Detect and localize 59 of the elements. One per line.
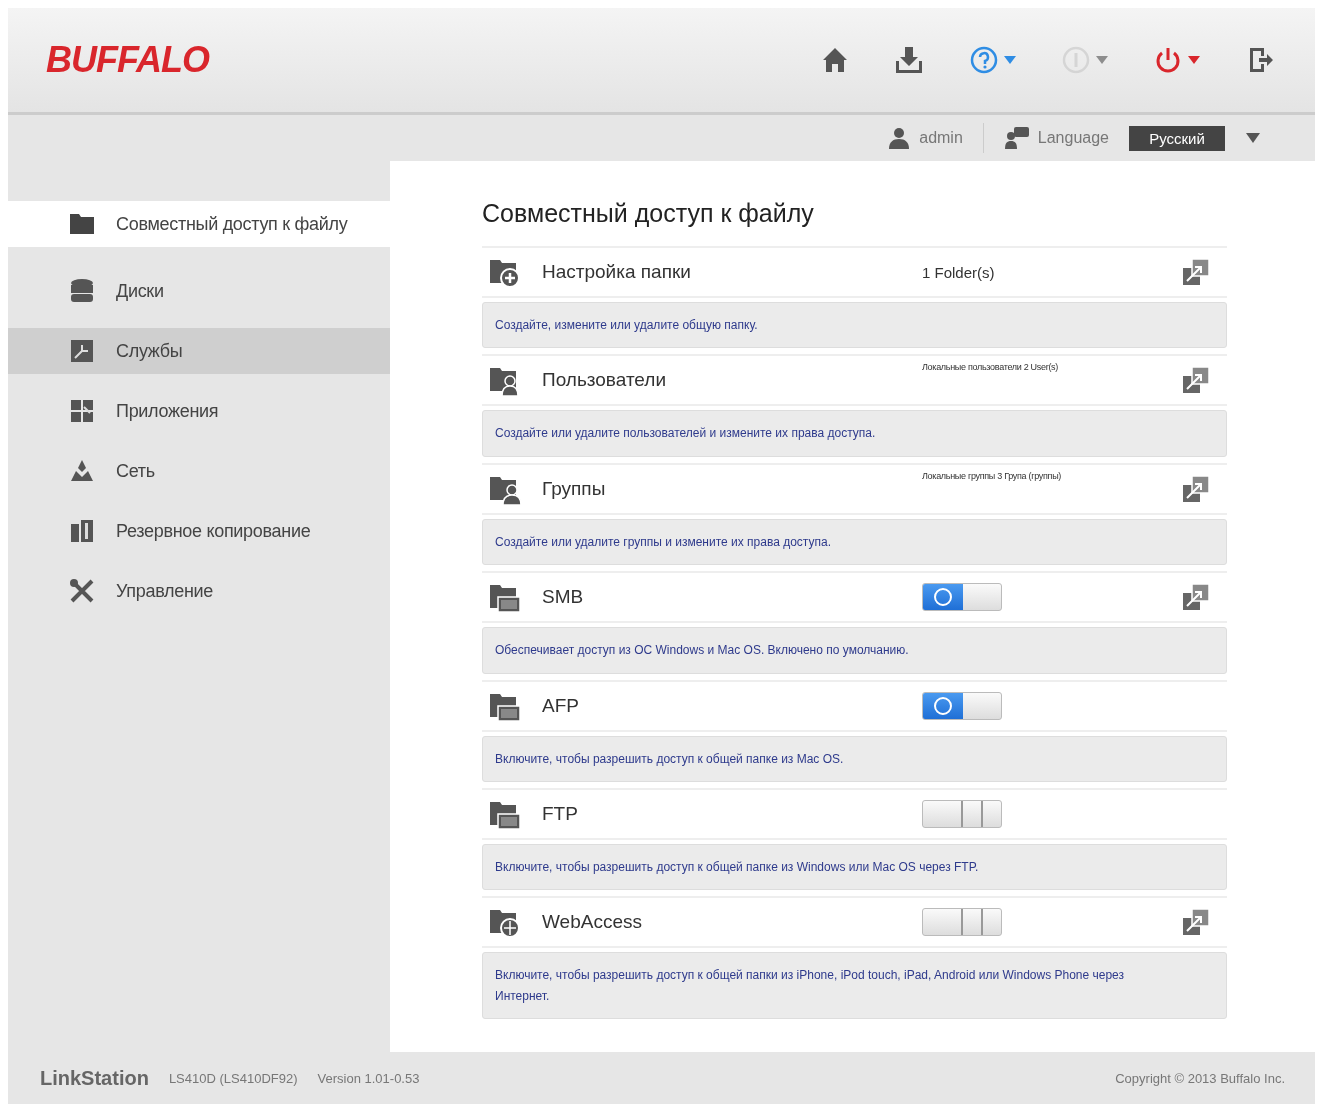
sidebar-item[interactable]: Резервное копирование (8, 501, 390, 561)
download-button[interactable] (893, 45, 925, 75)
expand-settings-icon[interactable] (1181, 907, 1211, 938)
status-text: Локальные группы 3 Група (группы) (922, 470, 1061, 481)
expand-settings-icon[interactable] (1181, 582, 1211, 613)
expand-settings-icon[interactable] (1181, 473, 1211, 504)
language-label: Language (1037, 129, 1109, 147)
version-text: Version 1.01-0.53 (317, 1070, 420, 1086)
apps-icon (68, 397, 96, 425)
expand-settings-icon[interactable] (1181, 365, 1211, 396)
product-name: LinkStation (40, 1066, 149, 1090)
service-name: Настройка папки (542, 261, 692, 283)
help-button[interactable] (969, 45, 1017, 75)
tools-icon (68, 577, 96, 605)
service-name: Группы (542, 477, 607, 500)
service-name: WebAccess (542, 911, 643, 934)
sidebar-item[interactable]: Приложения (8, 381, 390, 441)
toggle-switch[interactable] (922, 908, 1002, 937)
service-name: AFP (542, 694, 580, 717)
home-icon (821, 46, 849, 74)
toggle-switch[interactable] (922, 583, 1002, 612)
page-title: Совместный доступ к файлу (482, 199, 815, 228)
backup-icon (68, 517, 96, 545)
caret-icon (1187, 55, 1201, 65)
expand-settings-icon[interactable] (1181, 257, 1211, 287)
user-icon (887, 126, 912, 150)
description-text: Включите, чтобы разрешить доступ к общей папки из iPhone, iPod touch, iPad, Android или Windows Phone через Интернет. (495, 967, 1126, 1005)
model-text: LS410D (LS410DF92) (168, 1070, 298, 1086)
service-name: SMB (542, 586, 585, 609)
status-text: 1 Folder(s) (922, 263, 995, 281)
dropdown-arrow-icon[interactable] (1245, 132, 1261, 144)
logo: BUFFALO (46, 39, 209, 81)
download-icon (893, 45, 925, 75)
description-text: Включите, чтобы разрешить доступ к общей папке из Mac OS. (495, 750, 844, 768)
copyright-text: Copyright © 2013 Buffalo Inc. (1115, 1070, 1285, 1086)
description-text: Включите, чтобы разрешить доступ к общей папке из Windows или Mac OS через FTP. (495, 858, 979, 876)
sidebar-item[interactable]: Службы (8, 328, 390, 374)
info-icon (1061, 45, 1091, 75)
description-text: Создайте или удалите группы и измените их права доступа. (495, 533, 831, 551)
description-text: Обеспечивает доступ из ОС Windows и Mac OS. Включено по умолчанию. (495, 642, 909, 660)
caret-icon (1095, 55, 1109, 65)
service-name: Пользователи (542, 369, 667, 392)
service-name: FTP (542, 802, 579, 825)
user-name: admin (919, 129, 963, 147)
speech-icon (1003, 126, 1030, 150)
toggle-switch[interactable] (922, 691, 1002, 720)
sidebar-item[interactable]: Совместный доступ к файлу (8, 201, 390, 247)
sidebar-item[interactable]: Сеть (8, 441, 390, 501)
help-icon (969, 45, 999, 75)
status-text: Локальные пользователи 2 User(s) (922, 362, 1058, 373)
description-text: Создайте или удалите пользователей и измените их права доступа. (495, 425, 876, 443)
description-text: Создайте, измените или удалите общую папку. (495, 317, 758, 334)
toggle-switch[interactable] (922, 799, 1002, 828)
caret-icon (1003, 55, 1017, 65)
home-button[interactable] (821, 46, 849, 74)
sidebar-item[interactable]: Управление (8, 561, 390, 621)
sidebar-item[interactable]: Диски (8, 261, 390, 321)
language-dropdown[interactable]: Русский (1129, 125, 1225, 151)
disk-icon (68, 277, 96, 305)
